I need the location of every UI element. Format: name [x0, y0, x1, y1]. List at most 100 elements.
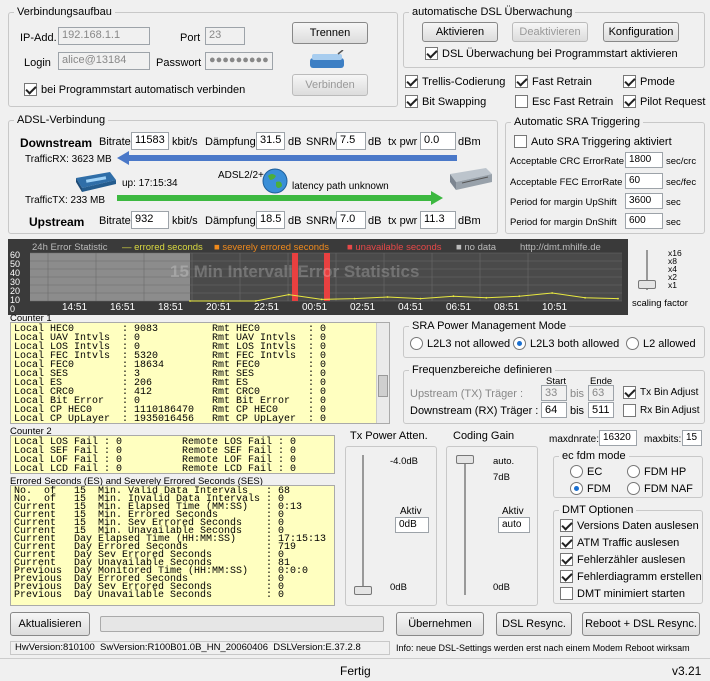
- fec-label: Acceptable FEC ErrorRate: [510, 177, 623, 188]
- coding-gain-label: Coding Gain: [453, 430, 515, 442]
- up-damp-field[interactable]: 18.5: [256, 211, 285, 229]
- downstream-arrow-icon: [117, 151, 457, 165]
- connect-button[interactable]: Verbinden: [292, 74, 368, 96]
- gain-top: auto.: [493, 456, 515, 467]
- down-end-field[interactable]: 511: [588, 402, 614, 418]
- versions-label: Versions Daten auslesen: [577, 519, 699, 532]
- up-end-field[interactable]: 63: [588, 385, 614, 401]
- errored-seconds-point: [617, 297, 619, 300]
- ec-radio[interactable]: EC: [570, 465, 602, 478]
- fdm-hp-radio[interactable]: FDM HP: [627, 465, 686, 478]
- gain-bottom: 0dB: [493, 582, 510, 593]
- down-snrm-field[interactable]: 7.5: [336, 132, 366, 150]
- fec-field[interactable]: 60: [625, 173, 663, 189]
- up-txpwr-unit: dBm: [458, 215, 481, 227]
- slider-track: [464, 455, 466, 595]
- start-minimized-checkbox[interactable]: DMT minimiert starten: [560, 587, 685, 600]
- adsl-legend: ADSL-Verbindung: [17, 114, 106, 126]
- up-bitrate-field[interactable]: 932: [131, 211, 169, 229]
- versions-checkbox[interactable]: Versions Daten auslesen: [560, 519, 699, 532]
- tx-atten-top: -4.0dB: [390, 456, 418, 467]
- tx-bin-adjust-checkbox[interactable]: Tx Bin Adjust: [623, 386, 698, 399]
- down-damp-field[interactable]: 31.5: [256, 132, 285, 150]
- gain-value[interactable]: auto: [498, 517, 530, 533]
- deactivate-button[interactable]: Deaktivieren: [512, 22, 588, 42]
- errored-seconds-point: [287, 293, 290, 296]
- ip-field[interactable]: 192.168.1.1: [58, 27, 150, 45]
- checkbox-box: [425, 47, 438, 60]
- pmode-checkbox[interactable]: Pmode: [623, 75, 675, 88]
- pilot-request-label: Pilot Request: [640, 95, 706, 108]
- l2l3-not-radio[interactable]: L2L3 not allowed: [410, 337, 510, 350]
- auto-sra-checkbox[interactable]: Auto SRA Triggering aktiviert: [514, 135, 672, 148]
- errored-seconds-point: [419, 297, 422, 300]
- scroll-thumb[interactable]: [378, 375, 388, 397]
- errored-seconds-point: [551, 292, 554, 294]
- up-start-field[interactable]: 33: [541, 385, 567, 401]
- down-txpwr-unit: dBm: [458, 136, 481, 148]
- crc-label: Acceptable CRC ErrorRate: [510, 156, 625, 167]
- monitor-on-start-checkbox[interactable]: DSL Überwachung bei Programmstart aktivi…: [425, 47, 678, 60]
- uptime-label: up: 17:15:34: [122, 178, 178, 189]
- up-snrm-field[interactable]: 7.0: [336, 211, 366, 229]
- crc-field[interactable]: 1800: [625, 152, 663, 168]
- tx-atten-value[interactable]: 0dB: [395, 517, 429, 533]
- counter1-scrollbar[interactable]: [376, 323, 389, 423]
- auto-sra-label: Auto SRA Triggering aktiviert: [531, 135, 672, 148]
- fdm-radio[interactable]: FDM: [570, 482, 611, 495]
- fdm-label: FDM: [587, 482, 611, 495]
- scaling-thumb[interactable]: [638, 280, 656, 289]
- l2l3-both-radio[interactable]: L2L3 both allowed: [513, 337, 619, 350]
- traffic-tx-label: TrafficTX: 233 MB: [25, 195, 106, 206]
- pilot-request-checkbox[interactable]: Pilot Request: [623, 95, 705, 108]
- fast-retrain-checkbox[interactable]: Fast Retrain: [515, 75, 592, 88]
- error-counter-checkbox[interactable]: Fehlerzähler auslesen: [560, 553, 685, 566]
- apply-button[interactable]: Übernehmen: [396, 612, 484, 636]
- password-field[interactable]: ●●●●●●●●●: [205, 52, 273, 70]
- counter1-box[interactable]: Local HEC0 : 9083 Rmt HEC0 : 0 Local UAV…: [10, 322, 390, 424]
- counter1-text: Local HEC0 : 9083 Rmt HEC0 : 0 Local UAV…: [14, 324, 327, 424]
- port-field[interactable]: 23: [205, 27, 245, 45]
- configuration-button[interactable]: Konfiguration: [603, 22, 679, 42]
- atm-traffic-checkbox[interactable]: ATM Traffic auslesen: [560, 536, 679, 549]
- upstream-label: Upstream: [29, 215, 85, 229]
- slider-thumb[interactable]: [456, 455, 474, 464]
- error-diagram-checkbox[interactable]: Fehlerdiagramm erstellen: [560, 570, 702, 583]
- trellis-checkbox[interactable]: Trellis-Codierung: [405, 75, 505, 88]
- rx-bin-adjust-checkbox[interactable]: Rx Bin Adjust: [623, 404, 699, 417]
- maxbits-field[interactable]: 15: [682, 430, 702, 446]
- start-minimized-label: DMT minimiert starten: [577, 587, 685, 600]
- coding-gain-slider[interactable]: [454, 455, 476, 595]
- dnshift-field[interactable]: 600: [625, 213, 663, 229]
- disconnect-button[interactable]: Trennen: [292, 22, 368, 44]
- maxdnrate-field[interactable]: 16320: [599, 430, 637, 446]
- login-field[interactable]: alice@13184: [58, 52, 150, 70]
- chart-url: http://dmt.mhilfe.de: [520, 242, 601, 253]
- refresh-button[interactable]: Aktualisieren: [10, 612, 90, 636]
- up-txpwr-field[interactable]: 11.3: [420, 211, 456, 229]
- slider-thumb[interactable]: [354, 586, 372, 595]
- down-bitrate-label: Bitrate: [99, 136, 131, 148]
- checkbox-box: [560, 536, 573, 549]
- activate-button[interactable]: Aktivieren: [422, 22, 498, 42]
- checkbox-box: [623, 404, 636, 417]
- xtick: 02:51: [350, 302, 376, 313]
- fdm-naf-radio[interactable]: FDM NAF: [627, 482, 693, 495]
- gain-aktiv-label: Aktiv: [502, 506, 524, 517]
- up-carrier-label: Upstream (TX) Träger :: [410, 388, 524, 400]
- l2-radio[interactable]: L2 allowed: [626, 337, 696, 350]
- dsl-version: DSLVersion:E.37.2.8: [273, 642, 361, 653]
- upshift-field[interactable]: 3600: [625, 193, 663, 209]
- down-start-field[interactable]: 64: [541, 402, 567, 418]
- radio-dot: [570, 482, 583, 495]
- auto-connect-checkbox[interactable]: bei Programmstart automatisch verbinden: [24, 83, 245, 96]
- reboot-resync-button[interactable]: Reboot + DSL Resync.: [582, 612, 700, 636]
- esc-fast-retrain-checkbox[interactable]: Esc Fast Retrain: [515, 95, 613, 108]
- down-txpwr-field[interactable]: 0.0: [420, 132, 456, 150]
- dsl-resync-button[interactable]: DSL Resync.: [496, 612, 572, 636]
- down-bitrate-field[interactable]: 11583: [131, 132, 169, 150]
- bitswap-checkbox[interactable]: Bit Swapping: [405, 95, 486, 108]
- checkbox-box: [515, 95, 528, 108]
- tx-atten-slider[interactable]: [352, 455, 374, 595]
- sra-legend: Automatic SRA Triggering: [514, 116, 640, 128]
